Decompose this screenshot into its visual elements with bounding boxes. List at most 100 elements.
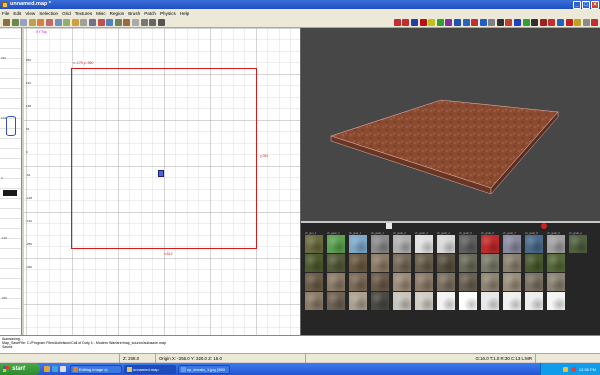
texture-thumbnail[interactable]: ch_gnatt_2 [393, 232, 411, 253]
texture-thumbnail[interactable] [393, 254, 411, 272]
toolbar-button[interactable] [514, 18, 522, 26]
home-icon[interactable] [386, 223, 392, 229]
menu-physics[interactable]: Physics [160, 11, 176, 16]
toolbar-button[interactable] [445, 18, 453, 26]
toolbar-button[interactable] [436, 18, 444, 26]
toolbar-button[interactable] [582, 18, 590, 26]
toolbar-button[interactable] [28, 18, 36, 26]
toolbar-button[interactable] [539, 18, 547, 26]
texture-thumbnail[interactable] [415, 254, 433, 272]
toolbar-button[interactable] [140, 18, 148, 26]
toolbar-button[interactable] [522, 18, 530, 26]
toolbar-button[interactable] [565, 18, 573, 26]
toolbar-button[interactable] [80, 18, 88, 26]
task-image-editor[interactable]: Editing image /p [70, 364, 122, 374]
toolbar-button[interactable] [410, 18, 418, 26]
menu-misc[interactable]: Misc [96, 11, 105, 16]
close-button[interactable]: × [591, 0, 599, 9]
texture-thumbnail[interactable]: ch_gnatt_a [569, 232, 587, 253]
menu-view[interactable]: View [25, 11, 35, 16]
toolbar-button[interactable] [428, 18, 436, 26]
tray-icon[interactable] [562, 366, 568, 372]
start-button[interactable]: start [0, 363, 40, 375]
texture-thumbnail[interactable] [327, 254, 345, 272]
tray-icon[interactable] [570, 366, 576, 372]
toolbar-button[interactable] [488, 18, 496, 26]
texture-thumbnail[interactable] [503, 254, 521, 272]
selected-brush-marker[interactable] [3, 190, 17, 196]
texture-thumbnail[interactable]: ch_gnatt_6 [481, 232, 499, 253]
side-view-panel[interactable]: 256 128 0 -128 -256 [0, 28, 22, 335]
toolbar-button[interactable] [496, 18, 504, 26]
toolbar-button[interactable] [45, 18, 53, 26]
texture-thumbnail[interactable] [349, 292, 367, 310]
texture-thumbnail[interactable] [503, 273, 521, 291]
toolbar-button[interactable] [131, 18, 139, 26]
toolbar-button[interactable] [149, 18, 157, 26]
toolbar-button[interactable] [37, 18, 45, 26]
toolbar-button[interactable] [402, 18, 410, 26]
texture-thumbnail[interactable] [437, 273, 455, 291]
toolbar-button[interactable] [20, 18, 28, 26]
texture-thumbnail[interactable] [327, 292, 345, 310]
toolbar-button[interactable] [548, 18, 556, 26]
texture-thumbnail[interactable] [459, 292, 477, 310]
texture-thumbnail[interactable] [547, 254, 565, 272]
texture-thumbnail[interactable] [415, 292, 433, 310]
menu-grid[interactable]: Grid [62, 11, 71, 16]
texture-thumbnail[interactable]: ch_gnatt_1 [371, 232, 389, 253]
texture-thumbnail[interactable]: ch_gnatt_7 [503, 232, 521, 253]
toolbar-button[interactable] [71, 18, 79, 26]
toolbar-button[interactable] [574, 18, 582, 26]
texture-thumbnail[interactable] [437, 254, 455, 272]
texture-thumbnail[interactable] [503, 292, 521, 310]
texture-thumbnail[interactable]: ch_gnatt_5 [459, 232, 477, 253]
texture-thumbnail[interactable] [459, 254, 477, 272]
menu-region[interactable]: Region [110, 11, 125, 16]
filter-icon[interactable] [541, 223, 547, 229]
menu-patch[interactable]: Patch [144, 11, 156, 16]
task-radiant[interactable]: unnamed.map [124, 364, 176, 374]
toolbar-button[interactable] [505, 18, 513, 26]
texture-thumbnail[interactable] [481, 273, 499, 291]
toolbar-button[interactable] [54, 18, 62, 26]
toolbar-button[interactable] [462, 18, 470, 26]
menu-selection[interactable]: Selection [39, 11, 58, 16]
grid-view-xy[interactable]: XY Top x:-170 y:-350 y:351 x:512 256 192 1… [24, 28, 301, 335]
texture-thumbnail[interactable] [525, 292, 543, 310]
texture-thumbnail[interactable] [349, 254, 367, 272]
texture-thumbnail[interactable] [415, 273, 433, 291]
texture-thumbnail[interactable] [481, 254, 499, 272]
toolbar-button[interactable] [393, 18, 401, 26]
texture-thumbnail[interactable] [371, 254, 389, 272]
toolbar-button[interactable] [453, 18, 461, 26]
clock[interactable]: 12:36 PM [579, 367, 596, 372]
texture-thumbnail[interactable] [349, 273, 367, 291]
texture-thumbnail[interactable]: ch_gnatt_4 [437, 232, 455, 253]
minimize-button[interactable]: _ [573, 0, 581, 9]
texture-thumbnail[interactable]: ch_gnatt_3 [415, 232, 433, 253]
menu-edit[interactable]: Edit [13, 11, 21, 16]
terrain-brush-outline[interactable] [71, 68, 257, 249]
toolbar-button[interactable] [591, 18, 599, 26]
texture-thumbnail[interactable] [481, 292, 499, 310]
texture-thumbnail[interactable] [305, 292, 323, 310]
texture-browser[interactable]: ch_gun_1 ch_ganc_1 ch_gnat_1 ch_gnatt_1 ch_g… [301, 221, 600, 335]
toolbar-button[interactable] [11, 18, 19, 26]
texture-thumbnail[interactable] [525, 254, 543, 272]
texture-thumbnail[interactable] [547, 273, 565, 291]
menu-help[interactable]: Help [180, 11, 189, 16]
texture-thumbnail[interactable]: ch_ganc_1 [327, 232, 345, 253]
texture-thumbnail[interactable] [327, 273, 345, 291]
toolbar-button[interactable] [88, 18, 96, 26]
menu-textures[interactable]: Textures [75, 11, 92, 16]
texture-thumbnail[interactable] [305, 254, 323, 272]
texture-thumbnail[interactable]: ch_gnatt_8 [525, 232, 543, 253]
toolbar-button[interactable] [3, 18, 10, 26]
toolbar-button[interactable] [531, 18, 539, 26]
camera-view-3d[interactable] [301, 28, 600, 221]
quick-launch-icon[interactable] [44, 366, 50, 372]
texture-thumbnail[interactable] [305, 273, 323, 291]
toolbar-button[interactable] [123, 18, 131, 26]
texture-thumbnail[interactable] [525, 273, 543, 291]
